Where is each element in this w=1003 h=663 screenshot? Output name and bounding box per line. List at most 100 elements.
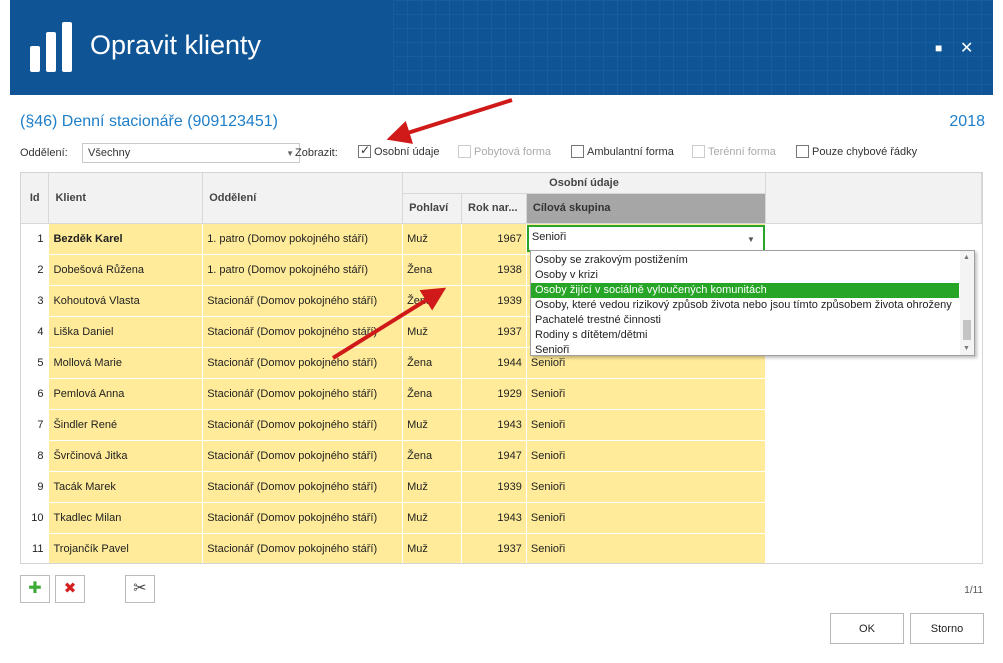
column-header-client[interactable]: Klient: [48, 173, 204, 224]
checkbox-box[interactable]: [692, 145, 705, 158]
cell-department[interactable]: Stacionář (Domov pokojného stáří): [202, 471, 404, 503]
department-select-value: Všechny: [88, 147, 131, 159]
column-header-birth-year[interactable]: Rok nar...: [461, 193, 527, 224]
cell-department[interactable]: Stacionář (Domov pokojného stáří): [202, 440, 404, 472]
scroll-down-icon[interactable]: ▼: [963, 345, 970, 352]
dropdown-option[interactable]: Osoby se zrakovým postižením: [531, 253, 959, 268]
dropdown-option[interactable]: Pachatelé trestné činnosti: [531, 313, 959, 328]
maximize-icon[interactable]: ■: [935, 41, 942, 55]
cell-client[interactable]: Kohoutová Vlasta: [48, 285, 204, 317]
scroll-up-icon[interactable]: ▲: [963, 254, 970, 261]
cell-gender[interactable]: Žena: [402, 285, 463, 317]
cell-id: 8: [21, 440, 50, 472]
cell-client[interactable]: Dobešová Růžena: [48, 254, 204, 286]
cell-gender[interactable]: Žena: [402, 378, 463, 410]
cell-department[interactable]: Stacionář (Domov pokojného stáří): [202, 347, 404, 379]
cancel-button[interactable]: Storno: [910, 613, 984, 644]
cell-gender[interactable]: Žena: [402, 440, 463, 472]
cell-target-group[interactable]: Senioři: [526, 440, 766, 472]
cell-client[interactable]: Tacák Marek: [48, 471, 204, 503]
cell-department[interactable]: Stacionář (Domov pokojného stáří): [202, 285, 404, 317]
cell-department[interactable]: Stacionář (Domov pokojného stáří): [202, 533, 404, 563]
cell-target-group[interactable]: Senioři: [526, 378, 766, 410]
table-row[interactable]: 9 Tacák Marek Stacionář (Domov pokojného…: [21, 471, 982, 503]
cell-id: 5: [21, 347, 50, 379]
dropdown-scrollbar[interactable]: ▲ ▼: [960, 251, 974, 355]
checkbox-residential-form[interactable]: Pobytová forma: [458, 145, 551, 158]
column-header-department[interactable]: Oddělení: [202, 173, 404, 224]
cell-department[interactable]: Stacionář (Domov pokojného stáří): [202, 316, 404, 348]
cell-birth-year[interactable]: 1943: [461, 409, 527, 441]
table-row[interactable]: 7 Šindler René Stacionář (Domov pokojnéh…: [21, 409, 982, 441]
chevron-down-icon[interactable]: ▼: [747, 235, 755, 244]
cell-gender[interactable]: Muž: [402, 409, 463, 441]
cell-gender[interactable]: Muž: [402, 471, 463, 503]
cell-department[interactable]: Stacionář (Domov pokojného stáří): [202, 409, 404, 441]
table-row[interactable]: 8 Švrčinová Jitka Stacionář (Domov pokoj…: [21, 440, 982, 472]
checkbox-box[interactable]: [796, 145, 809, 158]
table-row[interactable]: 11 Trojančík Pavel Stacionář (Domov poko…: [21, 533, 982, 563]
cell-empty: [765, 378, 982, 410]
delete-button[interactable]: ✖: [55, 575, 85, 603]
cell-gender[interactable]: Muž: [402, 316, 463, 348]
checkbox-error-rows-only[interactable]: Pouze chybové řádky: [796, 145, 917, 158]
cell-client[interactable]: Liška Daniel: [48, 316, 204, 348]
cell-gender[interactable]: Muž: [402, 533, 463, 563]
checkbox-personal-data[interactable]: ✓ Osobní údaje: [358, 143, 440, 158]
column-header-id[interactable]: Id: [21, 173, 50, 224]
cell-client[interactable]: Bezděk Karel: [48, 223, 204, 255]
cell-client[interactable]: Šindler René: [48, 409, 204, 441]
table-row[interactable]: 6 Pemlová Anna Stacionář (Domov pokojnéh…: [21, 378, 982, 410]
cell-gender[interactable]: Žena: [402, 347, 463, 379]
cell-client[interactable]: Trojančík Pavel: [48, 533, 204, 563]
checkbox-box[interactable]: [571, 145, 584, 158]
cell-birth-year[interactable]: 1967: [461, 223, 527, 255]
checkbox-box[interactable]: [458, 145, 471, 158]
tools-button[interactable]: ✂: [125, 575, 155, 603]
dropdown-option[interactable]: Rodiny s dítětem/dětmi: [531, 328, 959, 343]
department-select[interactable]: Všechny ▼: [82, 143, 300, 163]
cell-birth-year[interactable]: 1939: [461, 285, 527, 317]
dropdown-option-selected[interactable]: Osoby žijící v sociálně vyloučených komu…: [531, 283, 959, 298]
cell-client[interactable]: Mollová Marie: [48, 347, 204, 379]
cell-department[interactable]: Stacionář (Domov pokojného stáří): [202, 378, 404, 410]
column-header-gender[interactable]: Pohlaví: [402, 193, 463, 224]
cell-client[interactable]: Švrčinová Jitka: [48, 440, 204, 472]
ok-button[interactable]: OK: [830, 613, 904, 644]
cell-department[interactable]: 1. patro (Domov pokojného stáří): [202, 254, 404, 286]
dropdown-option[interactable]: Senioři: [531, 343, 959, 358]
cell-department[interactable]: 1. patro (Domov pokojného stáří): [202, 223, 404, 255]
target-group-dropdown: Osoby se zrakovým postižením Osoby v kri…: [530, 250, 975, 356]
cell-birth-year[interactable]: 1929: [461, 378, 527, 410]
table-row[interactable]: 10 Tkadlec Milan Stacionář (Domov pokojn…: [21, 502, 982, 534]
cell-client[interactable]: Tkadlec Milan: [48, 502, 204, 534]
cell-birth-year[interactable]: 1944: [461, 347, 527, 379]
cell-birth-year[interactable]: 1943: [461, 502, 527, 534]
checkbox-field-form[interactable]: Terénní forma: [692, 145, 776, 158]
cell-target-group[interactable]: Senioři: [526, 502, 766, 534]
cell-birth-year[interactable]: 1939: [461, 471, 527, 503]
add-button[interactable]: ✚: [20, 575, 50, 603]
target-group-combobox[interactable]: Senioři ▼: [526, 225, 765, 252]
cell-gender[interactable]: Muž: [402, 502, 463, 534]
scrollbar-thumb[interactable]: [963, 320, 971, 340]
checkbox-label: Osobní údaje: [374, 146, 440, 158]
cell-birth-year[interactable]: 1938: [461, 254, 527, 286]
dropdown-option[interactable]: Osoby, které vedou rizikový způsob život…: [531, 298, 959, 313]
cell-target-group[interactable]: Senioři: [526, 533, 766, 563]
cell-target-group[interactable]: Senioři: [526, 409, 766, 441]
column-header-target-group[interactable]: Cílová skupina: [526, 193, 766, 224]
checkbox-outpatient-form[interactable]: Ambulantní forma: [571, 145, 674, 158]
cell-client[interactable]: Pemlová Anna: [48, 378, 204, 410]
cell-gender[interactable]: Muž: [402, 223, 463, 255]
cell-gender[interactable]: Žena: [402, 254, 463, 286]
checkbox-box[interactable]: ✓: [358, 143, 371, 158]
dropdown-option[interactable]: Osoby v krizi: [531, 268, 959, 283]
close-icon[interactable]: ✕: [960, 38, 973, 58]
cell-department[interactable]: Stacionář (Domov pokojného stáří): [202, 502, 404, 534]
cell-birth-year[interactable]: 1937: [461, 316, 527, 348]
cell-birth-year[interactable]: 1947: [461, 440, 527, 472]
row-counter: 1/11: [964, 585, 983, 596]
cell-target-group[interactable]: Senioři: [526, 471, 766, 503]
cell-birth-year[interactable]: 1937: [461, 533, 527, 563]
